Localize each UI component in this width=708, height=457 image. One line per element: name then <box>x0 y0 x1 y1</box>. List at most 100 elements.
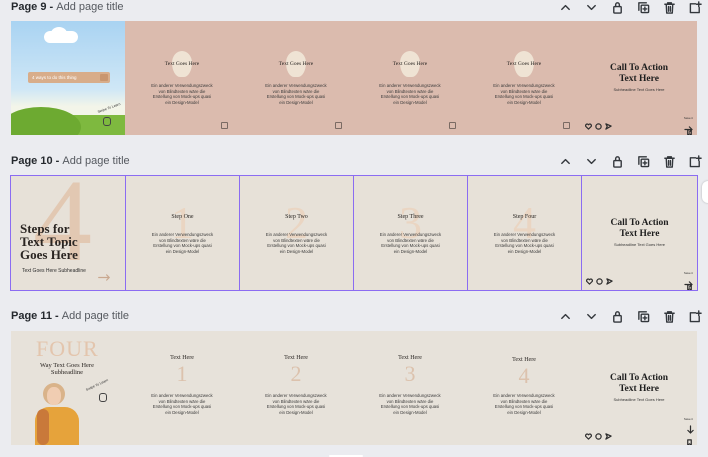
page-9-title[interactable]: Page 9 - Add page title <box>11 1 124 13</box>
chevron-up-icon[interactable] <box>552 0 578 16</box>
page-number-label: Page 11 <box>11 310 52 322</box>
cover-slide[interactable]: 4 ways to do this thing Swipe To Learn <box>11 21 125 135</box>
chevron-down-icon[interactable] <box>578 0 604 16</box>
title-separator: - <box>51 310 62 322</box>
page-10: Page 10 - Add page title 4 Steps for Tex… <box>0 154 708 291</box>
learn-more-text: Swipe To Learn <box>85 378 109 392</box>
learn-more-text: Swipe To Learn <box>97 102 122 114</box>
bookmark-icon <box>686 123 693 135</box>
page-10-toolbar <box>552 152 708 170</box>
page-9-canvas[interactable]: 4 ways to do this thing Swipe To Learn T… <box>11 21 697 135</box>
cover-subheadline: Text Goes Here Subheadline <box>22 268 86 274</box>
slide-title: Step Three <box>397 214 424 220</box>
cover-headline: Way Text Goes Here Subheadline <box>40 362 94 376</box>
title-separator: - <box>46 1 57 13</box>
duplicate-icon[interactable] <box>630 152 656 170</box>
slide-title: Step One <box>171 214 194 220</box>
page-10-header: Page 10 - Add page title <box>0 154 708 176</box>
cover-slide[interactable]: FOUR Way Text Goes Here Subheadline Swip… <box>11 331 125 445</box>
slide-body: Ein anderer Verwendungszweck von Blindte… <box>151 393 213 415</box>
slide-title: Text Goes Here <box>278 61 314 67</box>
page-11-canvas[interactable]: FOUR Way Text Goes Here Subheadline Swip… <box>11 331 697 445</box>
slide-page-icon <box>221 122 228 129</box>
social-actions <box>586 278 613 285</box>
slide-body: Ein anderer Verwendungszweck von Blindte… <box>493 83 555 105</box>
lock-icon[interactable] <box>604 0 630 16</box>
heart-icon <box>585 123 592 130</box>
slide-2[interactable]: Text Here 2 Ein anderer Verwendungszweck… <box>239 331 353 445</box>
page-11-header: Page 11 - Add page title <box>0 309 708 331</box>
arrow-right-icon <box>97 268 111 281</box>
chevron-up-icon[interactable] <box>552 307 578 325</box>
heart-icon <box>585 433 592 440</box>
slide-1[interactable]: Text Goes Here Ein anderer Verwendungszw… <box>125 21 239 135</box>
page-number-label: Page 10 <box>11 155 53 167</box>
cta-slide[interactable]: Call To Action Text Here Subheadline Tex… <box>581 331 697 445</box>
lock-icon[interactable] <box>604 152 630 170</box>
cta-subtitle: Subheadline Text Goes Here <box>613 397 665 402</box>
page-11-toolbar <box>552 307 708 325</box>
side-panel-handle[interactable] <box>702 181 708 203</box>
slide-title: Step Four <box>512 214 537 220</box>
duplicate-icon[interactable] <box>630 0 656 16</box>
page-10-title[interactable]: Page 10 - Add page title <box>11 155 130 167</box>
add-page-title-input[interactable]: Add page title <box>56 1 123 13</box>
slide-body: Ein anderer Verwendungszweck von Blindte… <box>493 393 555 415</box>
slide-4[interactable]: Text Goes Here Ein anderer Verwendungszw… <box>467 21 581 135</box>
share-icon <box>605 433 612 440</box>
add-page-title-input[interactable]: Add page title <box>62 155 129 167</box>
slide-step-1[interactable]: 1 Step One Ein anderer Verwendungszweck … <box>125 176 239 290</box>
slide-page-icon <box>449 122 456 129</box>
slide-body: Ein anderer Verwendungszweck von Blindte… <box>151 83 213 105</box>
slide-step-3[interactable]: 3 Step Three Ein anderer Verwendungszwec… <box>353 176 467 290</box>
slide-4[interactable]: Text Here 4 Ein anderer Verwendungszweck… <box>467 331 581 445</box>
search-icon <box>100 74 108 81</box>
chevron-down-icon[interactable] <box>578 307 604 325</box>
add-page-title-input[interactable]: Add page title <box>62 310 129 322</box>
slide-body: Ein anderer Verwendungszweck von Blindte… <box>379 232 442 254</box>
cover-big-word: FOUR <box>36 336 99 361</box>
page-11-title[interactable]: Page 11 - Add page title <box>11 310 129 322</box>
cta-slide[interactable]: Call To Action Text Here Subheadline Tex… <box>581 21 697 135</box>
person-cardigan <box>37 409 49 445</box>
comment-icon <box>595 433 602 440</box>
slide-step-2[interactable]: 2 Step Two Ein anderer Verwendungszweck … <box>239 176 353 290</box>
slide-number: 4 <box>518 363 530 388</box>
add-page-icon[interactable] <box>682 0 708 16</box>
add-page-icon[interactable] <box>682 152 708 170</box>
cta-slide[interactable]: Call To Action Text Here Subheadline Tex… <box>581 176 697 290</box>
page-10-canvas[interactable]: 4 Steps for Text Topic Goes Here Text Go… <box>10 175 698 291</box>
cover-slide[interactable]: 4 Steps for Text Topic Goes Here Text Go… <box>11 176 125 290</box>
chevron-up-icon[interactable] <box>552 152 578 170</box>
chevron-down-icon[interactable] <box>578 152 604 170</box>
slide-title: Text Goes Here <box>506 61 542 67</box>
slide-2[interactable]: Text Goes Here Ein anderer Verwendungszw… <box>239 21 353 135</box>
slide-body: Ein anderer Verwendungszweck von Blindte… <box>265 232 328 254</box>
cta-subtitle: Subheadline Text Goes Here <box>613 87 665 92</box>
slide-3[interactable]: Text Goes Here Ein anderer Verwendungszw… <box>353 21 467 135</box>
add-page-icon[interactable] <box>682 307 708 325</box>
slide-1[interactable]: Text Here 1 Ein anderer Verwendungszweck… <box>125 331 239 445</box>
slide-step-4[interactable]: 4 Step Four Ein anderer Verwendungszweck… <box>467 176 581 290</box>
cta-title: Call To Action Text Here <box>610 218 669 239</box>
trash-icon[interactable] <box>656 152 682 170</box>
cover-headline: Steps for Text Topic Goes Here <box>20 221 78 262</box>
share-icon <box>605 123 612 130</box>
slide-title: Text Goes Here <box>164 61 200 67</box>
slide-number: 2 <box>290 361 302 386</box>
duplicate-icon[interactable] <box>630 307 656 325</box>
lock-icon[interactable] <box>604 307 630 325</box>
trash-icon[interactable] <box>656 307 682 325</box>
social-actions <box>585 433 612 440</box>
comment-icon <box>596 278 603 285</box>
arrow-down-icon <box>687 421 694 434</box>
hand-tap-icon <box>99 393 107 402</box>
page-9: Page 9 - Add page title 4 ways to do thi… <box>0 0 708 135</box>
slide-number: 1 <box>176 361 188 386</box>
slide-title: Step Two <box>285 214 308 220</box>
slide-body: Ein anderer Verwendungszweck von Blindte… <box>379 393 441 415</box>
slide-body: Ein anderer Verwendungszweck von Blindte… <box>265 83 327 105</box>
slide-3[interactable]: Text Here 3 Ein anderer Verwendungszweck… <box>353 331 467 445</box>
grass-hill-left <box>11 107 81 135</box>
trash-icon[interactable] <box>656 0 682 16</box>
